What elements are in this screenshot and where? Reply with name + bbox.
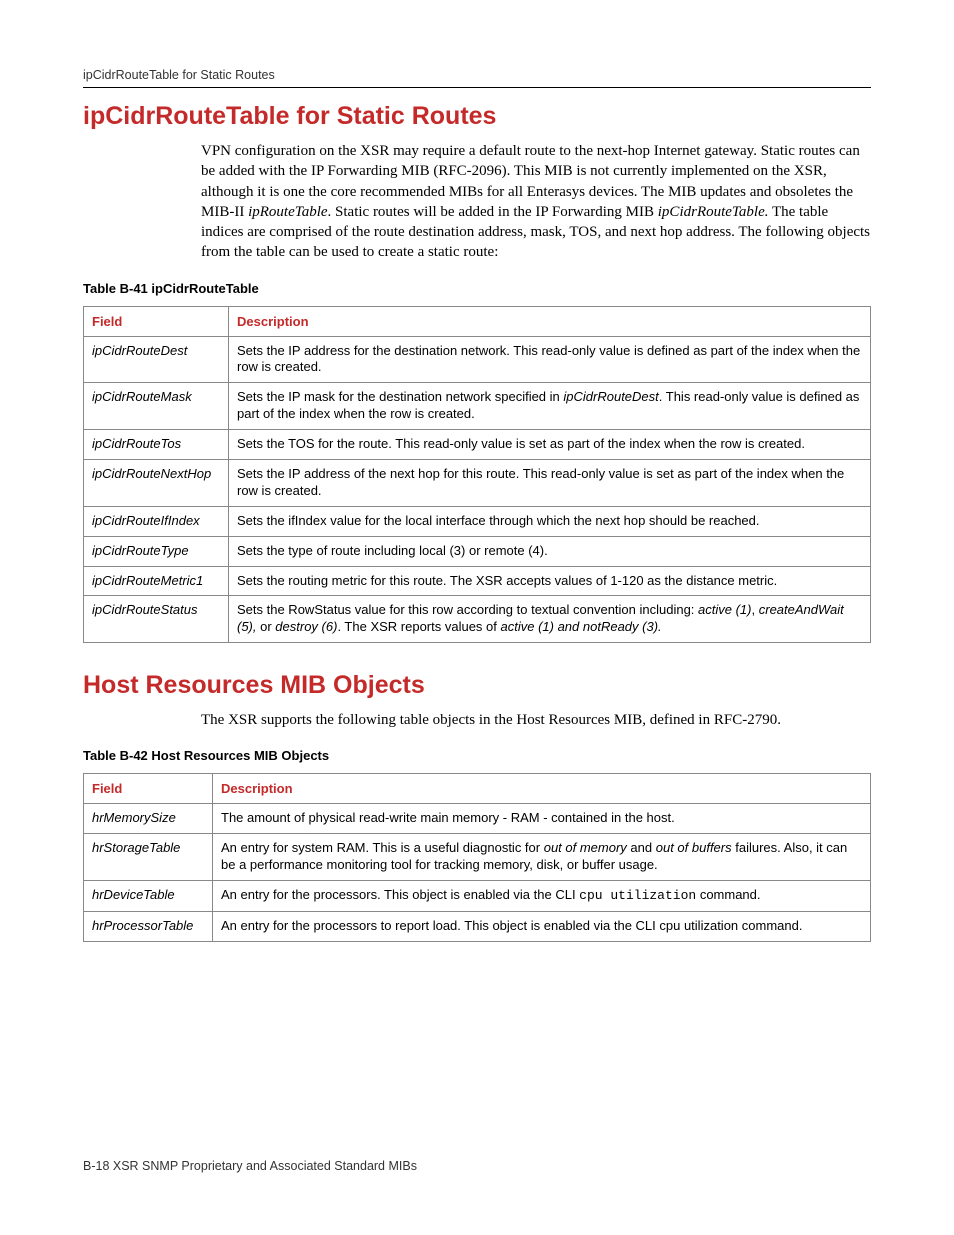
page-footer: B-18 XSR SNMP Proprietary and Associated…	[83, 1159, 417, 1173]
table-row: ipCidrRouteMaskSets the IP mask for the …	[84, 383, 871, 430]
field-cell: ipCidrRouteMask	[84, 383, 229, 430]
table-row: ipCidrRouteNextHopSets the IP address of…	[84, 459, 871, 506]
field-cell: ipCidrRouteStatus	[84, 596, 229, 643]
table-caption-b42: Table B-42 Host Resources MIB Objects	[83, 748, 871, 763]
field-cell: hrDeviceTable	[84, 881, 213, 912]
table-hostresources: Field Description hrMemorySizeThe amount…	[83, 773, 871, 941]
table-row: hrDeviceTableAn entry for the processors…	[84, 881, 871, 912]
description-cell: Sets the TOS for the route. This read-on…	[229, 430, 871, 460]
table-row: ipCidrRouteTosSets the TOS for the route…	[84, 430, 871, 460]
section-title-ipcidr: ipCidrRouteTable for Static Routes	[83, 102, 871, 131]
col-field: Field	[84, 774, 213, 804]
col-description: Description	[229, 306, 871, 336]
table-row: ipCidrRouteStatusSets the RowStatus valu…	[84, 596, 871, 643]
field-cell: hrProcessorTable	[84, 912, 213, 942]
table-ipcidrroutetable: Field Description ipCidrRouteDestSets th…	[83, 306, 871, 644]
description-cell: The amount of physical read-write main m…	[213, 804, 871, 834]
table-row: ipCidrRouteIfIndexSets the ifIndex value…	[84, 506, 871, 536]
field-cell: hrStorageTable	[84, 834, 213, 881]
field-cell: ipCidrRouteNextHop	[84, 459, 229, 506]
description-cell: Sets the routing metric for this route. …	[229, 566, 871, 596]
description-cell: An entry for system RAM. This is a usefu…	[213, 834, 871, 881]
running-header: ipCidrRouteTable for Static Routes	[83, 68, 871, 88]
field-cell: ipCidrRouteIfIndex	[84, 506, 229, 536]
table-caption-b41: Table B-41 ipCidrRouteTable	[83, 281, 871, 296]
field-cell: hrMemorySize	[84, 804, 213, 834]
section-title-hostres: Host Resources MIB Objects	[83, 671, 871, 700]
table-row: ipCidrRouteMetric1Sets the routing metri…	[84, 566, 871, 596]
description-cell: Sets the IP mask for the destination net…	[229, 383, 871, 430]
col-description: Description	[213, 774, 871, 804]
table-row: ipCidrRouteTypeSets the type of route in…	[84, 536, 871, 566]
table-row: hrStorageTableAn entry for system RAM. T…	[84, 834, 871, 881]
field-cell: ipCidrRouteTos	[84, 430, 229, 460]
table-row: hrProcessorTableAn entry for the process…	[84, 912, 871, 942]
description-cell: Sets the ifIndex value for the local int…	[229, 506, 871, 536]
description-cell: Sets the IP address for the destination …	[229, 336, 871, 383]
section2-paragraph: The XSR supports the following table obj…	[83, 710, 871, 730]
description-cell: An entry for the processors. This object…	[213, 881, 871, 912]
description-cell: Sets the IP address of the next hop for …	[229, 459, 871, 506]
table-row: hrMemorySizeThe amount of physical read-…	[84, 804, 871, 834]
field-cell: ipCidrRouteDest	[84, 336, 229, 383]
col-field: Field	[84, 306, 229, 336]
section1-paragraph: VPN configuration on the XSR may require…	[83, 141, 871, 263]
field-cell: ipCidrRouteType	[84, 536, 229, 566]
description-cell: Sets the RowStatus value for this row ac…	[229, 596, 871, 643]
page: ipCidrRouteTable for Static Routes ipCid…	[0, 0, 954, 1235]
description-cell: An entry for the processors to report lo…	[213, 912, 871, 942]
description-cell: Sets the type of route including local (…	[229, 536, 871, 566]
table-row: ipCidrRouteDestSets the IP address for t…	[84, 336, 871, 383]
field-cell: ipCidrRouteMetric1	[84, 566, 229, 596]
